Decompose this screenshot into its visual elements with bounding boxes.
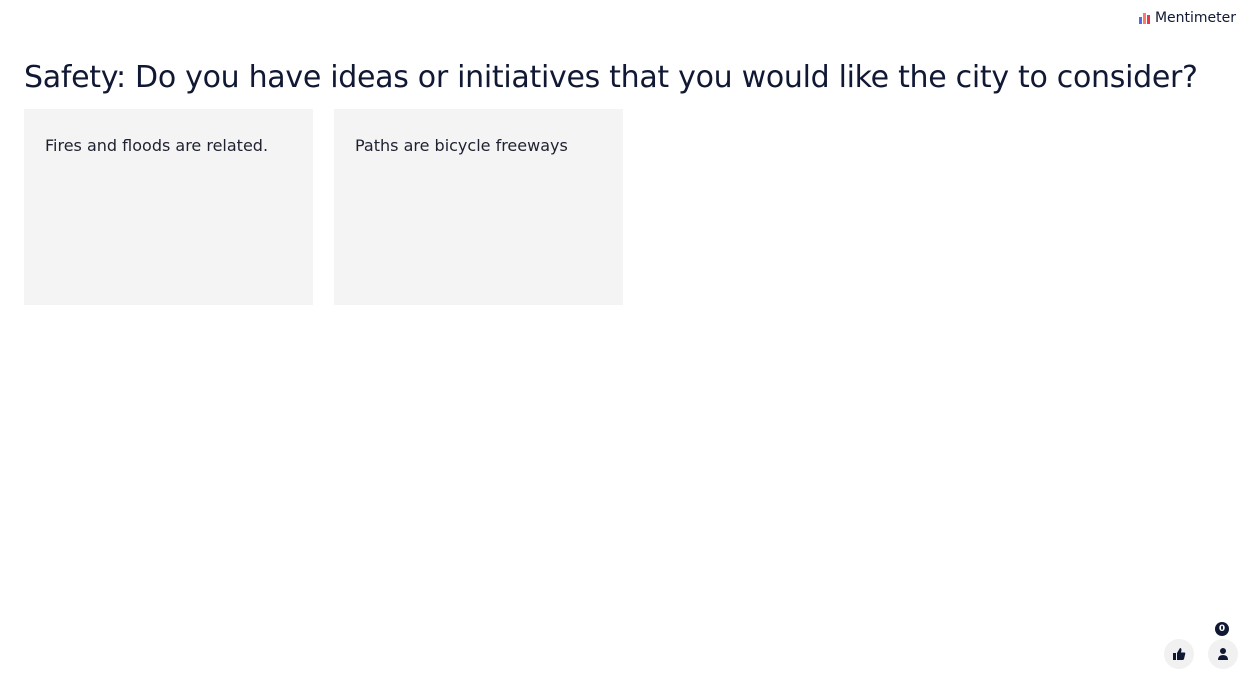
brand-name: Mentimeter (1154, 10, 1236, 26)
reactions-button[interactable] (1164, 639, 1194, 669)
participant-count-badge: 0 (1215, 622, 1229, 636)
response-text: Fires and floods are related. (45, 136, 269, 155)
person-icon (1218, 648, 1228, 660)
question-title: Safety: Do you have ideas or initiatives… (24, 60, 1198, 95)
response-text: Paths are bicycle freeways (355, 136, 568, 155)
footer-controls: 0 (1164, 622, 1238, 669)
presentation-slide: Mentimeter Safety: Do you have ideas or … (0, 0, 1252, 683)
mentimeter-logo-icon (1138, 12, 1150, 24)
response-card: Fires and floods are related. (24, 109, 313, 305)
response-card: Paths are bicycle freeways (334, 109, 623, 305)
thumbs-up-icon (1173, 648, 1186, 660)
responses-grid: Fires and floods are related. Paths are … (24, 109, 623, 305)
participants-button[interactable]: 0 (1208, 622, 1238, 669)
mentimeter-brand: Mentimeter (1138, 10, 1236, 26)
